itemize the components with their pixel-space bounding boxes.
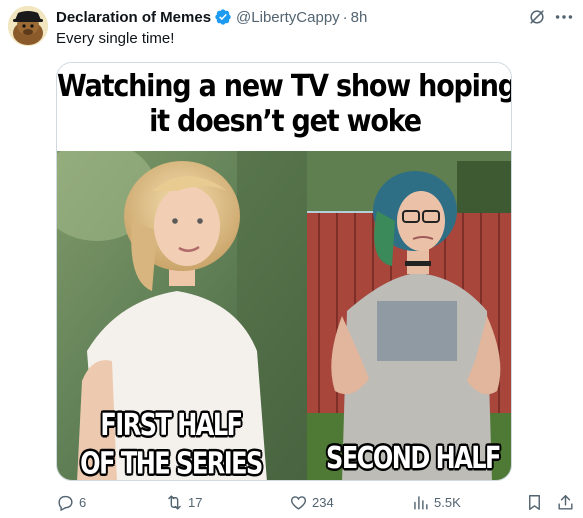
tweet-card[interactable]: Declaration of Memes @LibertyCappy · 8h …	[0, 0, 583, 518]
meme-photo-left: FIRST HALF OF THE SERIES	[57, 151, 307, 481]
heart-icon	[290, 495, 307, 510]
views-button[interactable]: 5.5K	[411, 490, 461, 514]
meme-label-left-line1: FIRST HALF	[100, 407, 243, 443]
like-button[interactable]: 234	[289, 490, 334, 514]
retweet-button[interactable]: 17	[165, 490, 202, 514]
tweet-text: Every single time!	[56, 30, 175, 47]
views-icon	[414, 495, 428, 510]
tweet-media[interactable]: Watching a new TV show hoping it doesn’t…	[56, 62, 512, 481]
retweet-icon	[168, 494, 181, 510]
meme-label-right: SECOND HALF	[326, 440, 501, 476]
timestamp[interactable]: 8h	[351, 9, 368, 26]
meme-label-left-line2: OF THE SERIES	[80, 446, 263, 481]
reply-button[interactable]: 6	[56, 490, 86, 514]
like-count: 234	[312, 494, 334, 510]
share-button[interactable]	[556, 490, 579, 514]
retweet-count: 17	[188, 494, 203, 510]
author-handle[interactable]: @LibertyCappy	[236, 9, 340, 26]
meme-label-left: FIRST HALF OF THE SERIES	[57, 406, 285, 481]
more-icon[interactable]	[553, 7, 575, 27]
meme-caption: Watching a new TV show hoping it doesn’t…	[57, 63, 512, 151]
meme-photo-right: SECOND HALF	[307, 151, 511, 480]
avatar[interactable]	[8, 6, 48, 46]
meme-caption-line1: Watching a new TV show hoping	[57, 69, 512, 104]
bookmark-button[interactable]	[525, 490, 548, 514]
verified-badge-icon	[215, 9, 231, 25]
grok-icon[interactable]	[527, 7, 547, 27]
reply-icon	[58, 495, 73, 511]
meme-caption-line2: it doesn’t get woke	[149, 104, 422, 139]
reply-count: 6	[79, 494, 87, 510]
author-name[interactable]: Declaration of Memes	[56, 9, 211, 26]
views-count: 5.5K	[434, 494, 461, 510]
share-icon	[558, 494, 573, 510]
tweet-actions: 6 17 234 5.5K	[56, 490, 576, 514]
bookmark-icon	[529, 494, 540, 510]
separator-dot: ·	[342, 8, 348, 26]
tweet-header: Declaration of Memes @LibertyCappy · 8h	[56, 7, 367, 27]
